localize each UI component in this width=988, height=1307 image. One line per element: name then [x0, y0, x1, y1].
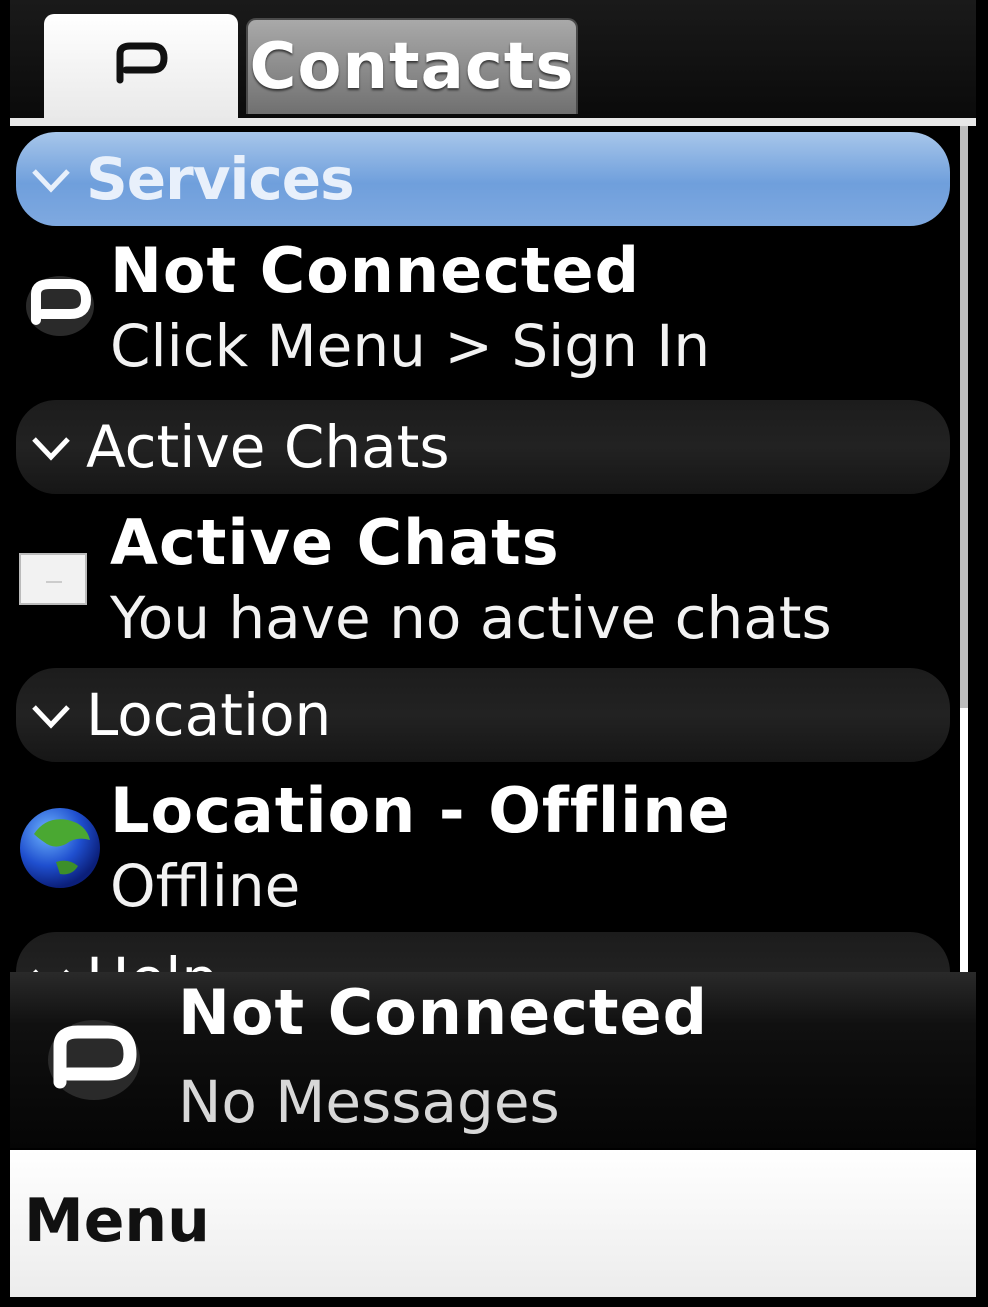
phone-screen: Contacts Services Not Connected Click Me… — [10, 0, 976, 1297]
item-title: Not Connected — [110, 234, 640, 307]
pidgin-logo-icon — [48, 1020, 140, 1100]
menu-softkey[interactable]: Menu — [24, 1186, 210, 1256]
chevron-down-icon — [16, 400, 86, 494]
status-bar: Not Connected No Messages — [10, 972, 976, 1148]
item-subtitle: Offline — [110, 852, 301, 920]
section-title: Help — [86, 945, 218, 972]
item-subtitle: You have no active chats — [110, 584, 832, 652]
section-header-services[interactable]: Services — [16, 132, 950, 226]
section-title: Active Chats — [86, 413, 450, 481]
list-item-location[interactable]: Location - Offline Offline — [10, 766, 950, 938]
pidgin-logo-icon — [116, 42, 168, 84]
section-header-location[interactable]: Location — [16, 668, 950, 762]
pidgin-logo-icon — [26, 276, 94, 336]
scrollbar-thumb[interactable] — [960, 708, 968, 972]
scrollbar[interactable] — [960, 126, 968, 972]
services-list[interactable]: Services Not Connected Click Menu > Sign… — [10, 126, 976, 972]
section-header-help[interactable]: Help — [16, 932, 950, 972]
tab-contacts-label: Contacts — [249, 30, 575, 104]
tab-home[interactable] — [44, 14, 238, 118]
globe-icon — [20, 808, 100, 888]
section-header-active-chats[interactable]: Active Chats — [16, 400, 950, 494]
chevron-down-icon — [16, 668, 86, 762]
tab-bar: Contacts — [10, 0, 976, 126]
item-title: Location - Offline — [110, 774, 731, 847]
status-title: Not Connected — [178, 976, 708, 1049]
softkey-bar: Menu — [10, 1150, 976, 1297]
chevron-down-icon — [16, 932, 86, 972]
item-subtitle: Click Menu > Sign In — [110, 312, 711, 380]
chevron-down-icon — [16, 132, 86, 226]
status-subtitle: No Messages — [178, 1068, 560, 1136]
list-item-service[interactable]: Not Connected Click Menu > Sign In — [10, 226, 950, 398]
tab-divider — [10, 118, 976, 126]
section-title: Services — [86, 145, 355, 213]
chat-window-icon — [19, 553, 87, 605]
item-title: Active Chats — [110, 506, 560, 579]
section-title: Location — [86, 681, 332, 749]
list-item-active-chats[interactable]: Active Chats You have no active chats — [10, 498, 950, 670]
tab-contacts[interactable]: Contacts — [246, 18, 578, 114]
